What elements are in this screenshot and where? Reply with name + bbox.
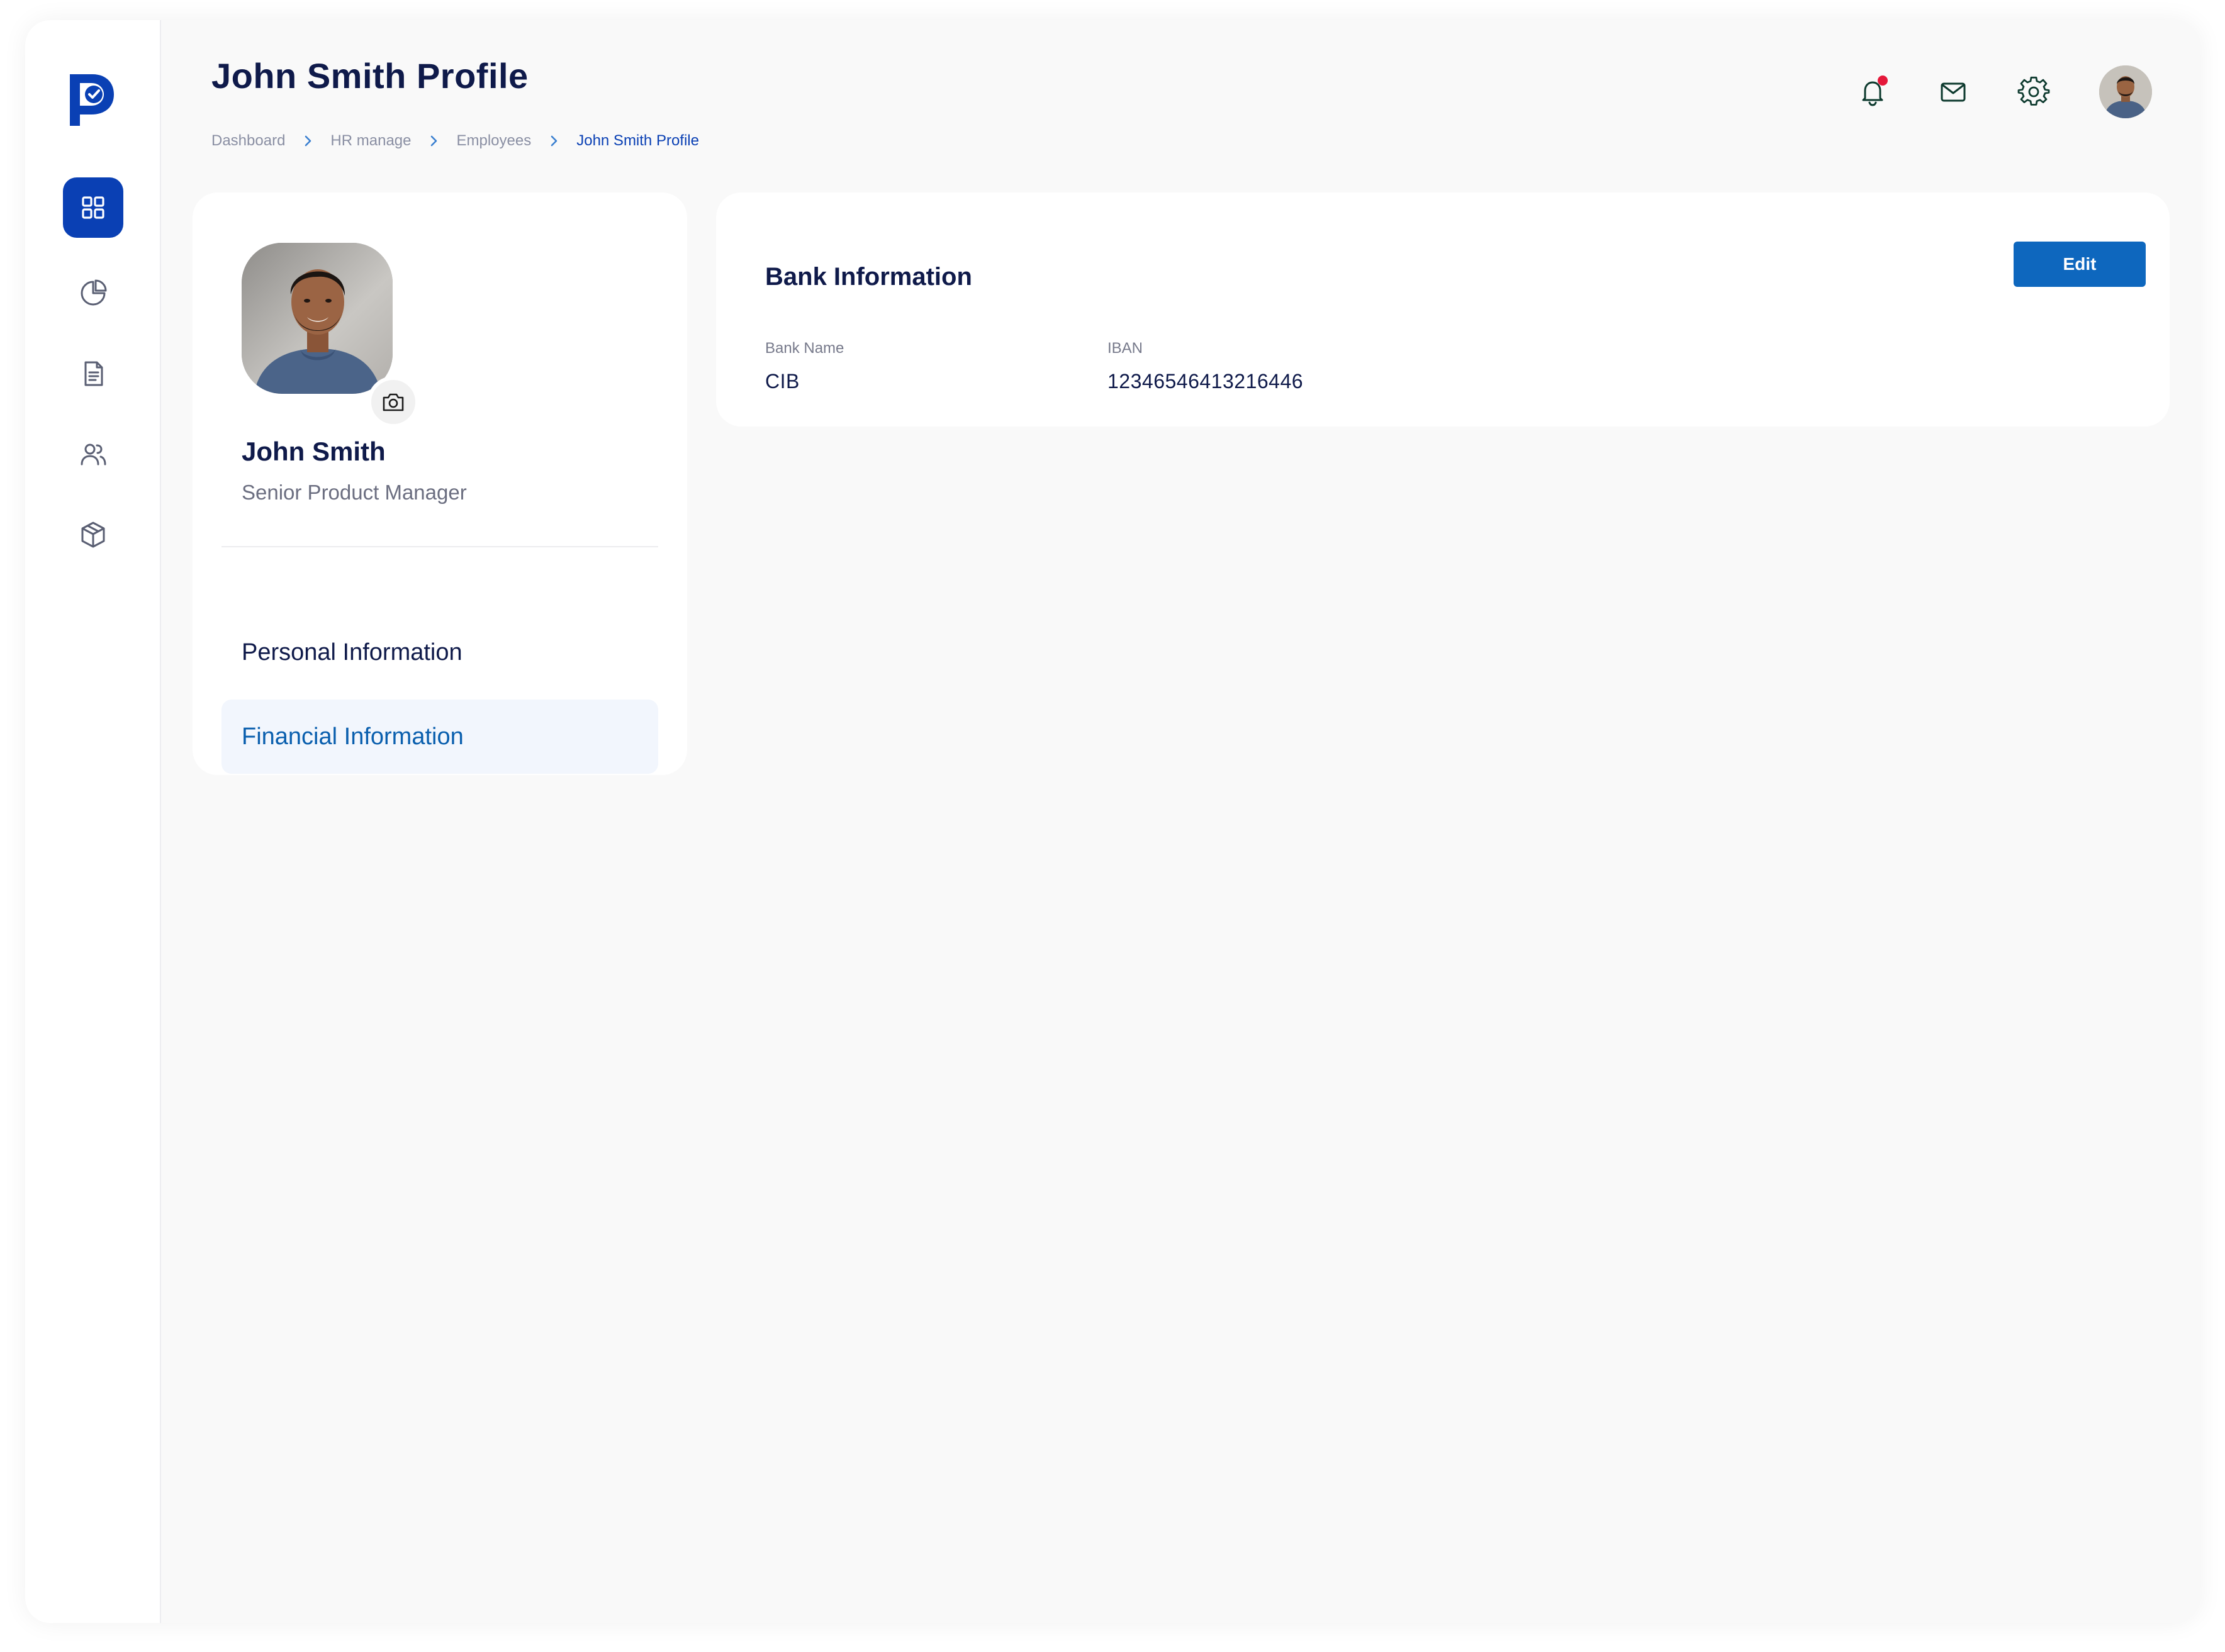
app-window: John Smith Profile Dashboard HR manage E… — [25, 20, 2200, 1623]
document-icon — [84, 361, 103, 386]
box-icon — [81, 522, 105, 548]
messages-button[interactable] — [1934, 73, 1972, 111]
bank-name-label: Bank Name — [765, 340, 844, 357]
profile-card: John Smith Senior Product Manager Person… — [193, 193, 687, 775]
users-icon — [81, 444, 106, 466]
settings-button[interactable] — [2015, 73, 2053, 111]
iban-value: 12346546413216446 — [1107, 370, 1304, 393]
menu-financial-information[interactable]: Financial Information — [221, 700, 658, 774]
menu-personal-information[interactable]: Personal Information — [221, 615, 658, 689]
pie-chart-icon — [81, 279, 107, 306]
nav-documents[interactable] — [63, 343, 123, 404]
nav-analytics[interactable] — [63, 263, 123, 323]
grid-icon — [82, 196, 104, 219]
iban-label: IBAN — [1107, 340, 1143, 357]
camera-icon — [383, 393, 404, 411]
mail-icon — [1941, 82, 1966, 102]
change-photo-button[interactable] — [367, 376, 419, 428]
sidebar — [25, 20, 161, 1623]
divider — [221, 546, 658, 547]
chevron-right-icon — [425, 132, 442, 150]
nav-users[interactable] — [63, 424, 123, 484]
chevron-right-icon — [299, 132, 317, 150]
profile-photo — [242, 243, 393, 394]
breadcrumb-current: John Smith Profile — [576, 132, 699, 149]
page-title: John Smith Profile — [211, 56, 529, 96]
profile-role: Senior Product Manager — [242, 481, 467, 504]
brand-logo[interactable] — [66, 70, 116, 128]
chevron-right-icon — [545, 132, 563, 150]
profile-name: John Smith — [242, 437, 386, 466]
bank-name-value: CIB — [765, 370, 800, 393]
breadcrumb: Dashboard HR manage Employees John Smith… — [211, 128, 699, 153]
breadcrumb-hr-manage[interactable]: HR manage — [330, 132, 411, 150]
notifications-button[interactable] — [1854, 73, 1892, 111]
section-title: Bank Information — [765, 263, 972, 291]
edit-button[interactable]: Edit — [2014, 242, 2146, 287]
breadcrumb-employees[interactable]: Employees — [456, 132, 531, 150]
nav-inventory[interactable] — [63, 505, 123, 565]
bank-information-card: Bank Information Edit Bank Name CIB IBAN… — [716, 193, 2170, 427]
user-avatar[interactable] — [2099, 65, 2152, 118]
notification-dot — [1878, 75, 1888, 86]
gear-icon — [2017, 76, 2050, 106]
nav-dashboard[interactable] — [63, 177, 123, 238]
breadcrumb-dashboard[interactable]: Dashboard — [211, 132, 285, 150]
